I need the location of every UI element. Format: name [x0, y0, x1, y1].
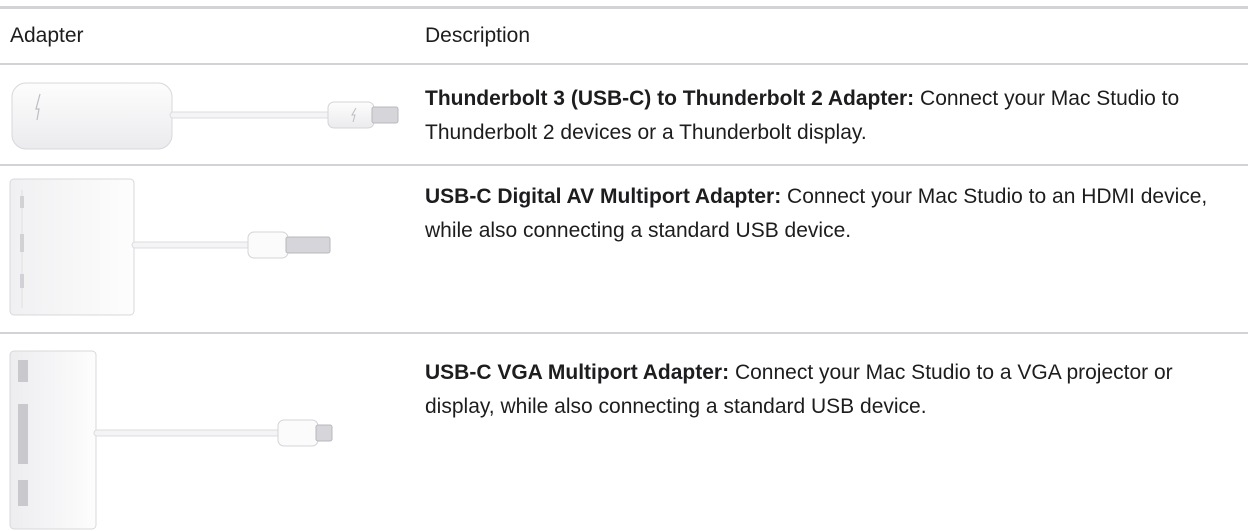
usb-c-digital-av-adapter-image [9, 178, 331, 316]
adapter-table: Adapter Description Thunderbolt 3 (USB-C… [0, 0, 1248, 531]
usb-c-vga-adapter-image [9, 350, 333, 530]
adapter-name: USB-C Digital AV Multiport Adapter: [425, 185, 782, 208]
table-row: USB-C VGA Multiport Adapter: Connect you… [0, 334, 1248, 531]
row-description: Thunderbolt 3 (USB-C) to Thunderbolt 2 A… [425, 82, 1225, 150]
row-description: USB-C Digital AV Multiport Adapter: Conn… [425, 180, 1225, 248]
thunderbolt-adapter-image [11, 82, 399, 150]
table-row: USB-C Digital AV Multiport Adapter: Conn… [0, 166, 1248, 332]
table-top-rule [0, 6, 1248, 9]
table-row: Thunderbolt 3 (USB-C) to Thunderbolt 2 A… [0, 64, 1248, 164]
row-description: USB-C VGA Multiport Adapter: Connect you… [425, 356, 1225, 424]
adapter-name: USB-C VGA Multiport Adapter: [425, 361, 730, 384]
header-adapter: Adapter [10, 24, 84, 47]
adapter-name: Thunderbolt 3 (USB-C) to Thunderbolt 2 A… [425, 87, 915, 110]
header-description: Description [425, 24, 531, 47]
